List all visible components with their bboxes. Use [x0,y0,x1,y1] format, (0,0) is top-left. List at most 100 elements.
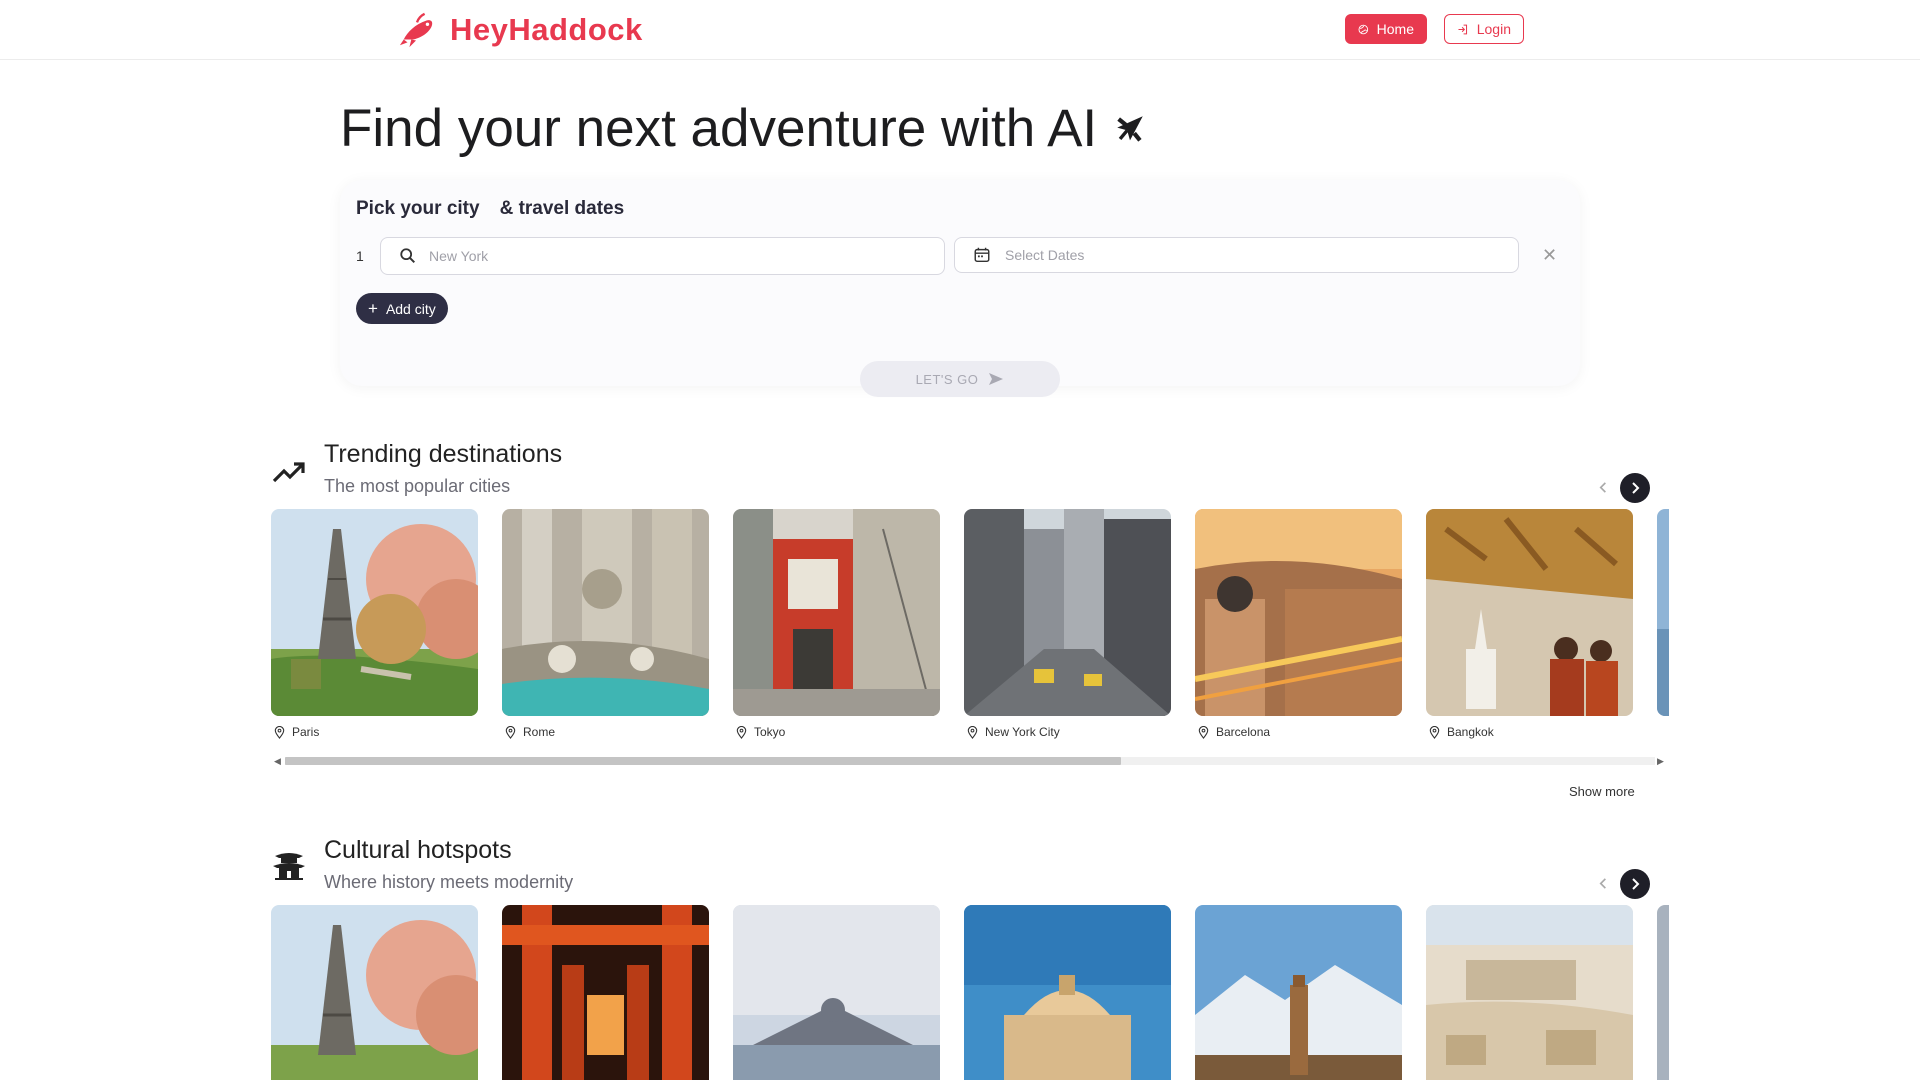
search-icon [400,248,416,264]
map-pin-icon [505,725,516,739]
destination-name: Bangkok [1447,725,1494,739]
trending-section: Trending destinations The most popular c… [271,440,1669,810]
destination-card-new-york-city[interactable]: New York City [964,509,1171,739]
cultural-card-image [502,905,709,1080]
cultural-carousel[interactable] [271,905,1669,1080]
trending-scrollbar[interactable]: ◀ ▶ [271,754,1669,768]
trending-subtitle: The most popular cities [324,476,511,496]
barcelona-image [1195,509,1402,716]
brand-name: HeyHaddock [450,12,643,47]
trending-up-icon [272,462,305,483]
show-more-link[interactable]: Show more [1569,784,1635,799]
select-dates-placeholder: Select Dates [1005,247,1085,263]
brand-logo[interactable]: HeyHaddock [398,10,643,50]
search-labels: Pick your city & travel dates [356,198,624,220]
cultural-card-image [1195,905,1402,1080]
cultural-card-image [733,905,940,1080]
destination-label: Barcelona [1195,725,1402,739]
plus-icon: + [368,299,378,318]
paris-image [271,509,478,716]
destination-name: Paris [292,725,320,739]
hero-title-text: Find your next adventure with AI [340,99,1098,158]
cultural-card[interactable] [1195,905,1402,1080]
chevron-left-icon [1599,481,1606,493]
new-york-city-image [964,509,1171,716]
cultural-card[interactable] [964,905,1171,1080]
destination-name: New York City [985,725,1060,739]
chevron-left-icon [1599,877,1606,889]
lets-go-button[interactable]: LET'S GO [860,361,1060,397]
pick-city-label: Pick your city [356,198,480,219]
cultural-card-image [964,905,1171,1080]
map-pin-icon [1198,725,1209,739]
chevron-right-icon [1632,482,1640,494]
clear-city-button[interactable]: ✕ [1542,246,1557,264]
home-label: Home [1376,21,1414,37]
scroll-thumb[interactable] [285,757,1121,765]
trending-next-button[interactable] [1620,473,1650,503]
cultural-card[interactable] [1426,905,1633,1080]
cultural-card[interactable] [502,905,709,1080]
partial-card-image [1657,509,1669,716]
rome-image [502,509,709,716]
map-pin-icon [274,725,285,739]
top-navbar: HeyHaddock Home Login [0,0,1920,60]
trending-carousel[interactable]: Paris Rome Tokyo New York City Barcelona… [271,509,1669,749]
cultural-card[interactable] [271,905,478,1080]
map-pin-icon [1429,725,1440,739]
cultural-card-image [1426,905,1633,1080]
destination-card-bangkok[interactable]: Bangkok [1426,509,1633,739]
cultural-card-partial[interactable] [1657,905,1669,1080]
city-search-input[interactable] [429,248,909,264]
cultural-card-image [1657,905,1669,1080]
chevron-right-icon [1632,878,1640,890]
destination-label: Rome [502,725,709,739]
hero-title: Find your next adventure with AI [340,98,1147,159]
map-pin-icon [736,725,747,739]
scroll-left-arrow[interactable]: ◀ [274,756,281,767]
destination-label: Paris [271,725,478,739]
city-row-number: 1 [356,248,364,264]
destination-card-tokyo[interactable]: Tokyo [733,509,940,739]
trending-title: Trending destinations [324,440,563,468]
login-label: Login [1476,21,1511,37]
send-icon [989,373,1004,385]
search-panel: Pick your city & travel dates 1 Select D… [340,180,1580,397]
cultural-next-button[interactable] [1620,869,1650,899]
destination-name: Barcelona [1216,725,1271,739]
cultural-prev-button[interactable] [1589,869,1617,897]
cultural-subtitle: Where history meets modernity [324,872,574,892]
calendar-icon [974,247,990,263]
tokyo-image [733,509,940,716]
destination-card-partial[interactable] [1657,509,1669,716]
airplane-icon [1117,115,1143,142]
date-picker-field[interactable]: Select Dates [954,237,1519,273]
travel-dates-label: & travel dates [499,198,625,219]
destination-name: Tokyo [754,725,786,739]
scroll-right-arrow[interactable]: ▶ [1657,756,1664,767]
cultural-section: Cultural hotspots Where history meets mo… [271,836,1669,1080]
add-city-label: Add city [385,300,436,317]
cultural-card[interactable] [733,905,940,1080]
bangkok-image [1426,509,1633,716]
city-search-field[interactable] [380,237,945,275]
destination-label: Tokyo [733,725,940,739]
map-pin-icon [967,725,978,739]
destination-card-paris[interactable]: Paris [271,509,478,739]
destination-card-barcelona[interactable]: Barcelona [1195,509,1402,739]
home-button[interactable]: Home [1345,14,1427,44]
login-button[interactable]: Login [1444,14,1524,44]
globe-icon [1358,24,1369,34]
login-icon [1458,24,1468,34]
fish-icon [399,12,433,48]
destination-label: New York City [964,725,1171,739]
add-city-button[interactable]: + Add city [356,293,448,324]
trending-prev-button[interactable] [1589,473,1617,501]
cultural-card-image [271,905,478,1080]
destination-card-rome[interactable]: Rome [502,509,709,739]
pagoda-icon [273,853,305,880]
destination-name: Rome [523,725,556,739]
cultural-title: Cultural hotspots [324,836,512,864]
destination-label: Bangkok [1426,725,1633,739]
lets-go-label: LET'S GO [915,371,979,387]
